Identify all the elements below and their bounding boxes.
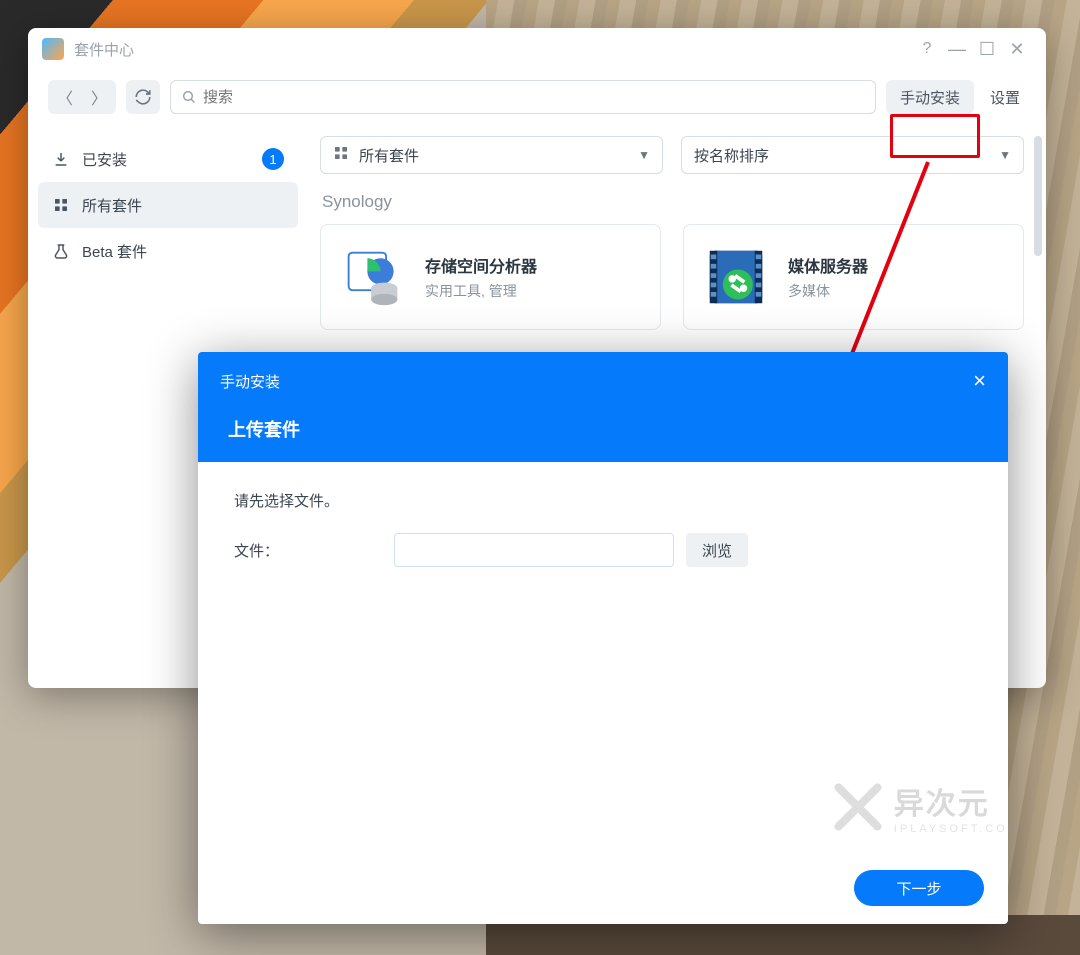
forward-button[interactable]: 〉 (82, 80, 116, 114)
watermark-url: IPLAYSOFT.COM (894, 823, 1020, 835)
sidebar-item-label: 已安装 (82, 149, 127, 170)
manual-install-dialog: 手动安装 × 上传套件 请先选择文件。 文件： 浏览 下一步 (198, 352, 1008, 924)
beta-icon (52, 243, 70, 259)
dropdown-label: 按名称排序 (694, 145, 769, 166)
help-button[interactable]: ? (912, 40, 942, 58)
media-server-icon (702, 243, 770, 311)
chevron-down-icon: ▼ (999, 148, 1011, 162)
grid-icon (52, 197, 70, 213)
sidebar-item-all[interactable]: 所有套件 (38, 182, 298, 228)
file-path-input[interactable] (394, 533, 674, 567)
chevron-down-icon: ▼ (638, 148, 650, 162)
storage-analyzer-icon (339, 243, 407, 311)
badge: 1 (262, 148, 284, 170)
package-title: 存储空间分析器 (425, 253, 537, 277)
scrollbar[interactable] (1034, 136, 1042, 256)
dialog-title: 手动安装 (220, 371, 280, 392)
package-subtitle: 多媒体 (788, 281, 868, 301)
category-dropdown[interactable]: 所有套件 ▼ (320, 136, 663, 174)
search-icon (181, 89, 197, 105)
instruction-text: 请先选择文件。 (234, 490, 972, 511)
package-subtitle: 实用工具, 管理 (425, 281, 537, 301)
window-title: 套件中心 (74, 39, 134, 60)
dialog-heading: 上传套件 (220, 394, 986, 462)
sort-dropdown[interactable]: 按名称排序 ▼ (681, 136, 1024, 174)
watermark-logo-icon (832, 781, 884, 833)
search-input[interactable] (203, 89, 865, 106)
dialog-footer: 下一步 (198, 852, 1008, 924)
package-card[interactable]: 存储空间分析器 实用工具, 管理 (320, 224, 661, 330)
app-icon (42, 38, 64, 60)
search-box[interactable] (170, 80, 876, 114)
minimize-button[interactable]: — (942, 39, 972, 60)
watermark: 异次元 IPLAYSOFT.COM (832, 779, 1020, 835)
maximize-button[interactable]: ☐ (972, 39, 1002, 60)
refresh-button[interactable] (126, 80, 160, 114)
package-title: 媒体服务器 (788, 253, 868, 277)
download-icon (52, 151, 70, 167)
nav-buttons: 〈 〉 (48, 80, 116, 114)
sidebar-item-installed[interactable]: 已安装 1 (38, 136, 298, 182)
sidebar-item-label: Beta 套件 (82, 241, 147, 262)
titlebar: 套件中心 ? — ☐ ✕ (28, 28, 1046, 70)
package-card[interactable]: 媒体服务器 多媒体 (683, 224, 1024, 330)
watermark-name: 异次元 (894, 779, 1020, 823)
back-button[interactable]: 〈 (48, 80, 82, 114)
toolbar: 〈 〉 手动安装 设置 (28, 70, 1046, 124)
refresh-icon (134, 88, 152, 106)
vendor-label: Synology (322, 192, 1024, 212)
dropdown-label: 所有套件 (359, 145, 419, 166)
grid-icon (333, 145, 349, 165)
file-label: 文件： (234, 540, 394, 561)
dialog-close-button[interactable]: × (973, 368, 986, 394)
sidebar-item-beta[interactable]: Beta 套件 (38, 228, 298, 274)
manual-install-button[interactable]: 手动安装 (886, 80, 974, 114)
close-button[interactable]: ✕ (1002, 39, 1032, 60)
browse-button[interactable]: 浏览 (686, 533, 748, 567)
next-button[interactable]: 下一步 (854, 870, 984, 906)
dialog-header: 手动安装 × 上传套件 (198, 352, 1008, 462)
settings-button[interactable]: 设置 (984, 87, 1026, 108)
sidebar-item-label: 所有套件 (82, 195, 142, 216)
